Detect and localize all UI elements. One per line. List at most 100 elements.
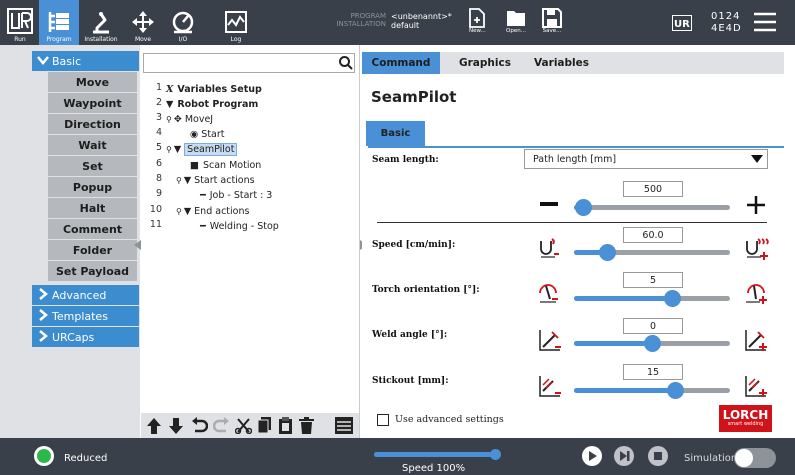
urplus-icon[interactable]: UR+ xyxy=(672,15,698,34)
seam-slider[interactable] xyxy=(574,199,730,216)
io-label: I/O xyxy=(178,36,188,43)
stop-icon[interactable] xyxy=(648,446,668,466)
minus-button[interactable] xyxy=(540,201,558,207)
play-icon[interactable] xyxy=(582,446,602,466)
stickout-slider[interactable] xyxy=(574,382,730,399)
tab-variables[interactable]: Variables xyxy=(524,52,599,74)
nav-item-set[interactable]: Set xyxy=(48,156,137,177)
tree-node-robot-program[interactable]: ▼ Robot Program xyxy=(166,97,258,111)
torch-value-field[interactable]: 5 xyxy=(623,272,683,288)
pin-icon: ⚲ xyxy=(166,114,172,124)
weld-angle-slider[interactable] xyxy=(574,335,730,352)
nav-item-set-payload[interactable]: Set Payload xyxy=(48,261,137,282)
seam-value-field[interactable]: 500 xyxy=(623,181,683,197)
torch-decrease-icon[interactable] xyxy=(538,283,562,305)
open-program-button[interactable]: Open... xyxy=(506,8,526,34)
paste-icon[interactable] xyxy=(278,417,293,434)
tree-node-movej[interactable]: ⚲ ✥ MoveJ xyxy=(166,112,213,126)
tree-node-welding-stop[interactable]: ━ Welding - Stop xyxy=(200,219,279,233)
nav-item-wait[interactable]: Wait xyxy=(48,135,137,156)
speed-increase-icon[interactable] xyxy=(744,237,770,261)
nav-item-popup[interactable]: Popup xyxy=(48,177,137,198)
stickout-decrease-icon[interactable] xyxy=(538,374,562,398)
search-icon[interactable] xyxy=(339,56,353,73)
program-button[interactable]: Program xyxy=(39,0,79,45)
tab-command[interactable]: Command xyxy=(362,52,440,74)
simulation-toggle[interactable] xyxy=(734,448,776,468)
weld-angle-value-field[interactable]: 0 xyxy=(623,318,683,334)
save-program-button[interactable]: Save... xyxy=(542,8,562,34)
tree-node-start[interactable]: ◉ Start xyxy=(190,127,225,141)
speed-percent-label: Speed 100% xyxy=(402,463,466,474)
torch-increase-icon[interactable] xyxy=(744,283,768,305)
tree-node-start-actions[interactable]: ⚲ ▼ Start actions xyxy=(176,173,255,187)
copy-icon[interactable] xyxy=(257,417,272,434)
move-label: Move xyxy=(134,36,152,43)
tree-node-job-start[interactable]: ━ Job - Start : 3 xyxy=(200,188,272,202)
tab-graphics[interactable]: Graphics xyxy=(446,52,524,74)
nav-item-move[interactable]: Move xyxy=(48,72,137,93)
weld-angle-decrease-icon[interactable] xyxy=(538,328,562,352)
stickout-increase-icon[interactable] xyxy=(744,374,768,398)
line-number: 1 xyxy=(155,82,162,93)
tree-search-input[interactable] xyxy=(143,53,355,73)
lorch-logo: LORCH smart welding xyxy=(719,405,772,432)
move-arrows-icon xyxy=(132,11,154,33)
robot-status-button[interactable] xyxy=(34,446,54,466)
status-text: Reduced xyxy=(64,453,108,464)
weld-angle-slider-knob[interactable] xyxy=(644,335,661,352)
nav-item-halt[interactable]: Halt xyxy=(48,198,137,219)
tree-node-end-actions[interactable]: ⚲ ▼ End actions xyxy=(176,204,249,218)
io-button[interactable]: I/O xyxy=(163,0,203,45)
nav-item-folder[interactable]: Folder xyxy=(48,240,137,261)
log-button[interactable]: Log xyxy=(216,0,256,45)
nav-category-urcaps[interactable]: URCaps xyxy=(32,327,139,347)
nav-category-advanced[interactable]: Advanced xyxy=(32,285,139,305)
torch-slider[interactable] xyxy=(574,290,730,307)
seam-length-label: Seam length: xyxy=(372,155,439,165)
waypoint-icon: ◉ xyxy=(190,128,199,140)
suppress-icon[interactable] xyxy=(335,417,353,434)
speed-decrease-icon[interactable] xyxy=(538,237,562,261)
line-number: 9 xyxy=(155,188,162,199)
speed-slider[interactable] xyxy=(574,244,730,261)
installation-button[interactable]: Installation xyxy=(81,0,121,45)
tree-node-variables-setup[interactable]: X Variables Setup xyxy=(166,82,262,96)
move-button[interactable]: Move xyxy=(123,0,163,45)
redo-icon[interactable] xyxy=(213,417,230,434)
cut-icon[interactable] xyxy=(235,417,252,434)
pin-icon: ⚲ xyxy=(176,206,182,216)
nav-item-direction[interactable]: Direction xyxy=(48,114,137,135)
step-icon[interactable] xyxy=(614,446,634,466)
pin-icon: ⚲ xyxy=(166,144,172,154)
speed-slider-knob[interactable] xyxy=(598,244,616,261)
stickout-value-field[interactable]: 15 xyxy=(623,364,683,380)
run-button[interactable]: Run xyxy=(0,0,40,45)
new-program-button[interactable]: New... xyxy=(469,8,486,34)
speed-override-knob[interactable] xyxy=(490,449,501,460)
line-number: 11 xyxy=(149,219,162,230)
subtab-basic[interactable]: Basic xyxy=(366,121,425,146)
nav-item-comment[interactable]: Comment xyxy=(48,219,137,240)
speed-override-slider[interactable] xyxy=(374,449,501,460)
tree-node-scan-motion[interactable]: ■ Scan Motion xyxy=(190,158,261,172)
nav-item-waypoint[interactable]: Waypoint xyxy=(48,93,137,114)
speed-value-field[interactable]: 60.0 xyxy=(623,227,683,243)
program-label: Program xyxy=(46,36,72,43)
divider xyxy=(377,222,767,223)
delete-trash-icon[interactable] xyxy=(299,417,314,434)
tree-toolbar xyxy=(141,413,359,438)
hamburger-menu-icon[interactable] xyxy=(753,12,777,35)
advanced-settings-checkbox[interactable] xyxy=(377,414,389,426)
tree-node-seampilot[interactable]: ⚲ ▼ SeamPilot xyxy=(166,142,238,156)
dropdown-arrow-icon xyxy=(751,155,763,163)
undo-icon[interactable] xyxy=(191,417,208,434)
program-tree-icon xyxy=(48,12,69,32)
nav-category-basic[interactable]: Basic xyxy=(32,51,139,71)
seam-length-select[interactable]: Path length [mm] xyxy=(524,149,768,169)
move-up-icon[interactable] xyxy=(146,417,162,435)
plus-button[interactable] xyxy=(746,195,766,215)
nav-category-templates[interactable]: Templates xyxy=(32,306,139,326)
move-down-icon[interactable] xyxy=(168,417,184,435)
weld-angle-increase-icon[interactable] xyxy=(744,328,768,352)
